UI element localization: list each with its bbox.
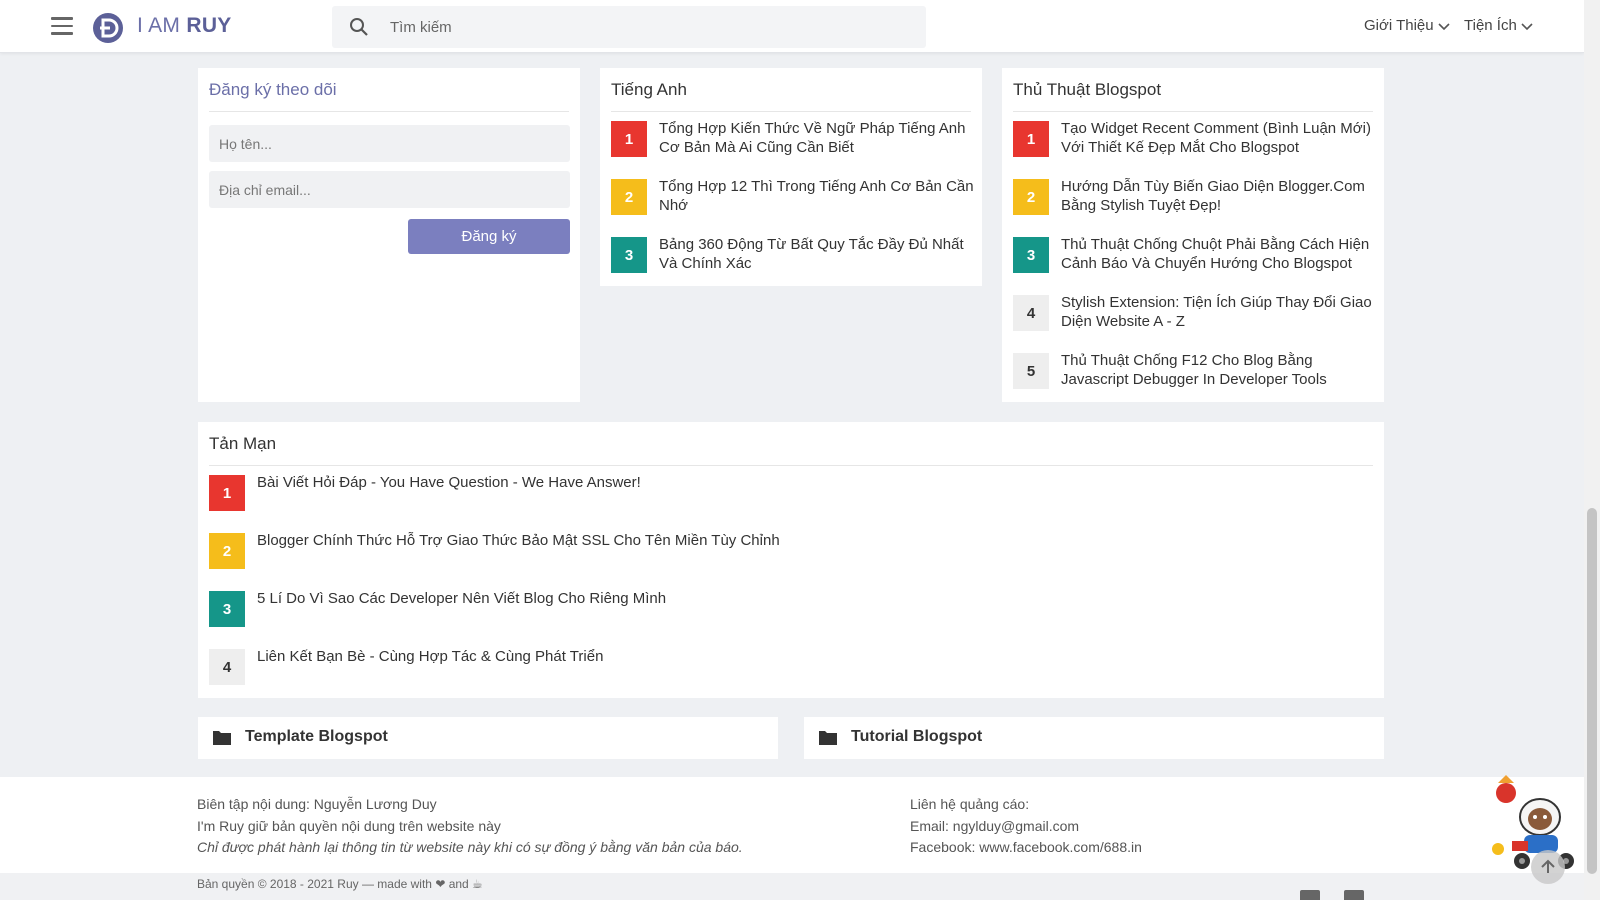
footer-facebook[interactable]: Facebook: www.facebook.com/688.in xyxy=(910,838,1142,856)
nav-gioi-thieu[interactable]: Giới Thiệu xyxy=(1364,17,1450,34)
list-item[interactable]: 1 Tạo Widget Recent Comment (Bình Luận M… xyxy=(1013,119,1376,165)
tan-man-title: Tản Mạn xyxy=(209,434,277,453)
list-item[interactable]: 4 Liên Kết Bạn Bè - Cùng Hợp Tác & Cùng … xyxy=(209,647,1376,693)
category-template-blogspot[interactable]: Template Blogspot xyxy=(198,717,778,759)
rank-badge: 1 xyxy=(209,475,245,511)
post-link[interactable]: Bài Viết Hỏi Đáp - You Have Question - W… xyxy=(257,473,1376,492)
site-logo-icon[interactable] xyxy=(92,12,124,44)
search-box xyxy=(332,6,926,48)
list-item[interactable]: 5 Thủ Thuật Chống F12 Cho Blog Bằng Java… xyxy=(1013,351,1376,397)
top-header: I AM RUY Giới Thiệu Tiện Ích xyxy=(0,0,1584,53)
list-item[interactable]: 2 Blogger Chính Thức Hỗ Trợ Giao Thức Bả… xyxy=(209,531,1376,577)
post-link[interactable]: Tổng Hợp 12 Thì Trong Tiếng Anh Cơ Bản C… xyxy=(659,177,974,215)
divider xyxy=(611,111,971,112)
scrollbar-thumb[interactable] xyxy=(1587,508,1597,874)
post-link[interactable]: Liên Kết Bạn Bè - Cùng Hợp Tác & Cùng Ph… xyxy=(257,647,1376,666)
post-link[interactable]: Blogger Chính Thức Hỗ Trợ Giao Thức Bảo … xyxy=(257,531,1376,550)
rank-badge: 2 xyxy=(611,179,647,215)
rank-badge: 3 xyxy=(1013,237,1049,273)
post-link[interactable]: Tổng Hợp Kiến Thức Về Ngữ Pháp Tiếng Anh… xyxy=(659,119,974,157)
chevron-down-icon xyxy=(1521,22,1533,30)
list-item[interactable]: 4 Stylish Extension: Tiện Ích Giúp Thay … xyxy=(1013,293,1376,339)
divider xyxy=(209,111,569,112)
post-link[interactable]: Stylish Extension: Tiện Ích Giúp Thay Đổ… xyxy=(1061,293,1376,331)
blogspot-tips-card: Thủ Thuật Blogspot 1 Tạo Widget Recent C… xyxy=(1002,68,1384,402)
category-label: Template Blogspot xyxy=(245,728,388,745)
list-item[interactable]: 3 Bảng 360 Động Từ Bất Quy Tắc Đầy Đủ Nh… xyxy=(611,235,974,281)
subscribe-button[interactable]: Đăng ký xyxy=(408,219,570,254)
list-item[interactable]: 2 Tổng Hợp 12 Thì Trong Tiếng Anh Cơ Bản… xyxy=(611,177,974,223)
folder-icon xyxy=(819,731,837,745)
rank-badge: 3 xyxy=(209,591,245,627)
rank-badge: 2 xyxy=(1013,179,1049,215)
copyright-text: Bản quyền © 2018 - 2021 Ruy — made with … xyxy=(197,877,483,891)
arrow-up-icon xyxy=(1541,859,1555,873)
rank-badge: 3 xyxy=(611,237,647,273)
subscribe-card: Đăng ký theo dõi Đăng ký xyxy=(198,68,580,402)
facebook-icon[interactable] xyxy=(1344,890,1364,900)
post-link[interactable]: Hướng Dẫn Tùy Biến Giao Diện Blogger.Com… xyxy=(1061,177,1376,215)
rank-badge: 1 xyxy=(611,121,647,157)
category-label: Tutorial Blogspot xyxy=(851,728,983,745)
rank-badge: 5 xyxy=(1013,353,1049,389)
hamburger-menu-icon[interactable] xyxy=(51,17,73,35)
divider xyxy=(209,465,1373,466)
list-item[interactable]: 3 Thủ Thuật Chống Chuột Phải Bằng Cách H… xyxy=(1013,235,1376,281)
blogspot-tips-title: Thủ Thuật Blogspot xyxy=(1013,80,1162,99)
list-item[interactable]: 1 Bài Viết Hỏi Đáp - You Have Question -… xyxy=(209,473,1376,519)
twitter-icon[interactable] xyxy=(1300,890,1320,900)
rank-badge: 4 xyxy=(209,649,245,685)
post-link[interactable]: Tạo Widget Recent Comment (Bình Luận Mới… xyxy=(1061,119,1376,157)
name-field[interactable] xyxy=(209,125,570,162)
footer-ads-label: Liên hệ quảng cáo: xyxy=(910,796,1030,812)
english-card-title: Tiếng Anh xyxy=(611,80,687,99)
divider xyxy=(1013,111,1373,112)
list-item[interactable]: 1 Tổng Hợp Kiến Thức Về Ngữ Pháp Tiếng A… xyxy=(611,119,974,165)
subscribe-title: Đăng ký theo dõi xyxy=(209,80,337,99)
rank-badge: 1 xyxy=(1013,121,1049,157)
tan-man-card: Tản Mạn 1 Bài Viết Hỏi Đáp - You Have Qu… xyxy=(198,422,1384,698)
rank-badge: 4 xyxy=(1013,295,1049,331)
footer-editor: Biên tập nội dung: Nguyễn Lương Duy xyxy=(197,796,437,812)
chevron-down-icon xyxy=(1438,22,1450,30)
post-link[interactable]: 5 Lí Do Vì Sao Các Developer Nên Viết Bl… xyxy=(257,589,1376,608)
site-title[interactable]: I AM RUY xyxy=(137,14,232,38)
post-link[interactable]: Thủ Thuật Chống Chuột Phải Bằng Cách Hiệ… xyxy=(1061,235,1376,273)
footer-email[interactable]: Email: ngylduy@gmail.com xyxy=(910,817,1079,835)
footer-republish-note: Chỉ được phát hành lại thông tin từ webs… xyxy=(197,839,743,855)
folder-icon xyxy=(213,731,231,745)
post-link[interactable]: Bảng 360 Động Từ Bất Quy Tắc Đầy Đủ Nhất… xyxy=(659,235,974,273)
category-tutorial-blogspot[interactable]: Tutorial Blogspot xyxy=(804,717,1384,759)
footer-copyright-note: I'm Ruy giữ bản quyền nội dung trên webs… xyxy=(197,818,501,834)
footer: Biên tập nội dung: Nguyễn Lương Duy I'm … xyxy=(0,777,1584,873)
list-item[interactable]: 3 5 Lí Do Vì Sao Các Developer Nên Viết … xyxy=(209,589,1376,635)
email-field[interactable] xyxy=(209,171,570,208)
english-card: Tiếng Anh 1 Tổng Hợp Kiến Thức Về Ngữ Ph… xyxy=(600,68,982,286)
post-link[interactable]: Thủ Thuật Chống F12 Cho Blog Bằng Javasc… xyxy=(1061,351,1376,389)
nav-tien-ich[interactable]: Tiện Ích xyxy=(1464,17,1533,34)
search-icon[interactable] xyxy=(349,17,369,37)
search-input[interactable] xyxy=(390,6,910,48)
page-scrollbar[interactable] xyxy=(1584,0,1600,900)
list-item[interactable]: 2 Hướng Dẫn Tùy Biến Giao Diện Blogger.C… xyxy=(1013,177,1376,223)
back-to-top-button[interactable] xyxy=(1531,850,1565,884)
rank-badge: 2 xyxy=(209,533,245,569)
